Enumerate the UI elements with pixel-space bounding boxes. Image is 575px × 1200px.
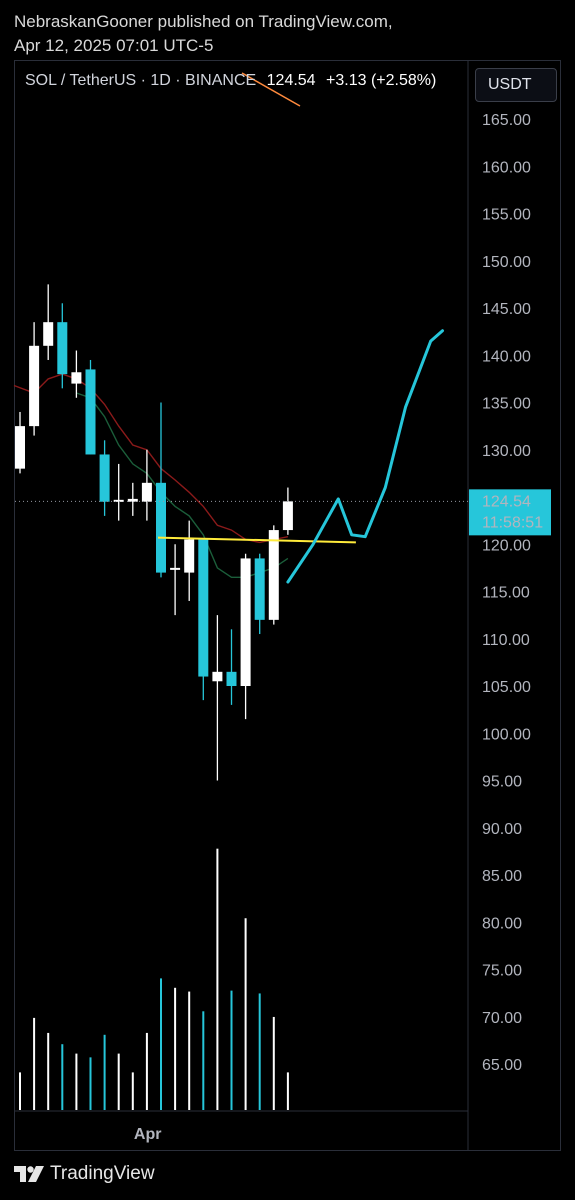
volume-bar — [19, 1072, 21, 1110]
volume-bar — [61, 1044, 64, 1110]
volume-bar — [47, 1032, 50, 1110]
candle — [15, 411, 25, 474]
candle — [85, 359, 96, 455]
x-tick-label: Apr — [134, 1126, 162, 1143]
candle — [184, 520, 195, 601]
candle-body — [15, 426, 25, 469]
candlestick-chart[interactable]: 165.00 160.00 155.00 150.00 145.00 140.00 135.… — [0, 0, 575, 1200]
candle — [198, 539, 209, 701]
volume-bar — [103, 1034, 106, 1110]
y-tick-label: 80.00 — [482, 915, 522, 932]
y-tick-label: 155.00 — [482, 207, 531, 224]
y-tick-label: 100.00 — [482, 726, 531, 743]
candle-body — [43, 322, 54, 346]
candle-body — [184, 539, 195, 573]
candle-body — [212, 671, 223, 682]
projection-curve — [286, 329, 444, 584]
candle — [156, 402, 166, 578]
candle — [170, 544, 181, 616]
candle-body — [198, 539, 209, 677]
drawings — [15, 72, 468, 584]
candle-body — [85, 369, 96, 455]
candle-body — [170, 567, 181, 570]
y-tick-label: 160.00 — [482, 159, 531, 176]
candle — [113, 463, 124, 521]
moving-averages — [13, 373, 289, 578]
price-change: +3.13 (+2.58%) — [326, 72, 437, 89]
y-tick-label: 75.00 — [482, 963, 522, 980]
candle — [71, 350, 82, 398]
volume-bar — [89, 1057, 92, 1110]
y-tick-label: 85.00 — [482, 868, 522, 885]
volume-bar — [216, 848, 219, 1110]
candle-body — [226, 671, 237, 686]
volume-bar — [230, 990, 233, 1110]
volume-bars — [19, 848, 289, 1110]
y-tick-label: 115.00 — [482, 585, 530, 602]
candle-body — [99, 454, 110, 502]
ma-fast-line — [13, 373, 289, 544]
brand-name: TradingView — [50, 1163, 155, 1184]
candle — [226, 629, 237, 705]
candle-body — [29, 345, 40, 427]
y-tick-label: 145.00 — [482, 301, 531, 318]
y-tick-label: 105.00 — [482, 679, 531, 696]
price-labels: 124.54 11:58:51 — [469, 489, 551, 536]
y-tick-label: 110.00 — [482, 632, 530, 649]
volume-bar — [258, 993, 261, 1110]
y-tick-label: 65.00 — [482, 1057, 522, 1074]
y-tick-label: 135.00 — [482, 396, 531, 413]
y-tick-label: 130.00 — [482, 443, 531, 460]
candle — [282, 487, 293, 535]
candle — [43, 284, 54, 360]
candle — [212, 615, 223, 781]
volume-bar — [75, 1053, 78, 1110]
candles — [15, 284, 293, 781]
candle-body — [268, 530, 279, 620]
volume-bar — [33, 1017, 36, 1110]
candle — [99, 440, 110, 516]
candle — [254, 553, 265, 635]
candle-body — [156, 482, 166, 573]
y-tick-label: 120.00 — [482, 537, 531, 554]
candle — [127, 482, 138, 516]
candle — [29, 322, 40, 436]
candle-body — [141, 482, 152, 502]
last-price-badge-value: 124.54 — [482, 493, 531, 510]
volume-bar — [244, 918, 247, 1110]
y-tick-label: 95.00 — [482, 774, 522, 791]
candle — [240, 553, 251, 720]
volume-bar — [286, 1072, 289, 1110]
last-price: 124.54 — [266, 72, 316, 89]
volume-bar — [117, 1053, 120, 1110]
y-tick-label: 140.00 — [482, 348, 531, 365]
candle-body — [240, 558, 251, 686]
y-tick-label: 70.00 — [482, 1010, 522, 1027]
volume-bar — [202, 1011, 205, 1110]
candle — [141, 449, 152, 521]
candle-body — [254, 558, 265, 620]
tradingview-brand: TradingView — [14, 1163, 155, 1185]
volume-bar — [160, 978, 162, 1110]
symbol-info: SOL / TetherUS · 1D · BINANCE — [25, 72, 257, 89]
currency-button[interactable]: USDT — [475, 68, 557, 102]
tradingview-logo-icon — [14, 1166, 44, 1182]
symbol-header: SOL / TetherUS · 1D · BINANCE 124.54 +3.… — [25, 72, 436, 90]
volume-bar — [131, 1072, 134, 1110]
y-tick-label: 165.00 — [482, 112, 531, 129]
volume-bar — [188, 991, 191, 1110]
volume-bar — [174, 987, 177, 1110]
candle-body — [57, 322, 68, 375]
volume-bar — [272, 1016, 275, 1110]
countdown-badge-value: 11:58:51 — [482, 514, 543, 531]
y-tick-label: 150.00 — [482, 254, 531, 271]
candle-body — [282, 501, 293, 531]
candle-body — [127, 498, 138, 502]
volume-bar — [145, 1032, 148, 1110]
y-tick-label: 90.00 — [482, 821, 522, 838]
candle-body — [71, 372, 82, 384]
